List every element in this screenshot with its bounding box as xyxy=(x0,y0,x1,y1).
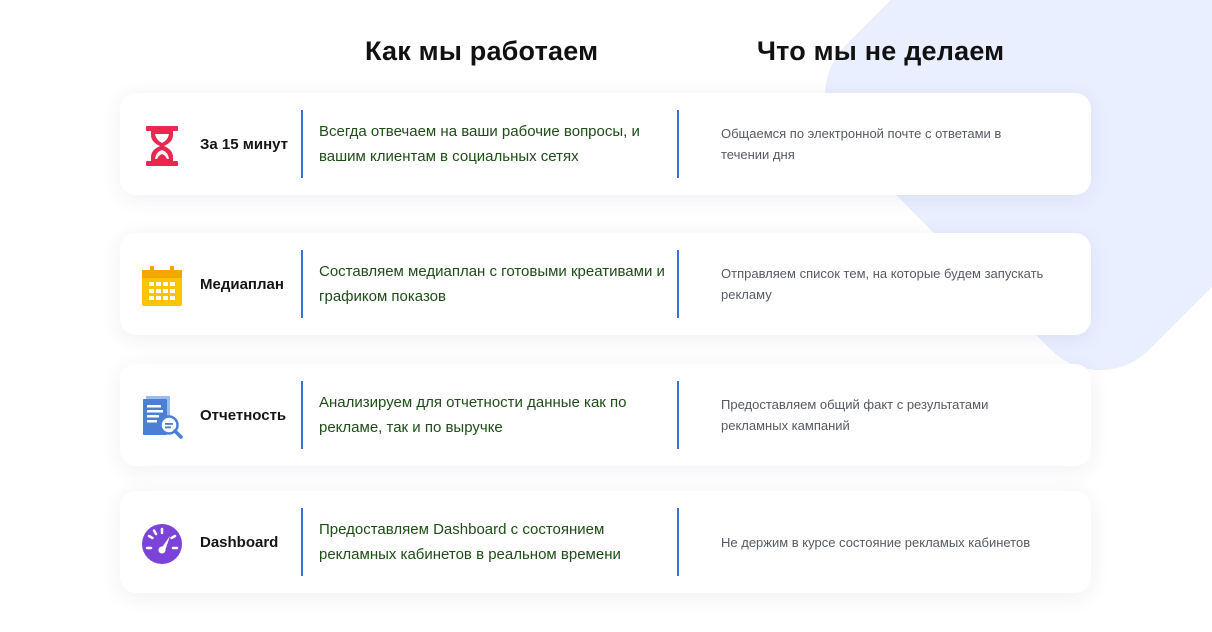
service-title: Медиаплан xyxy=(200,275,284,293)
we-do-text: Анализируем для отчетности данные как по… xyxy=(319,394,627,436)
we-dont-text: Не держим в курсе состояние рекламых каб… xyxy=(721,534,1031,550)
service-row-card: За 15 минут Всегда отвечаем на ваши рабо… xyxy=(120,93,1091,195)
service-row-card: Медиаплан Составляем медиаплан с готовым… xyxy=(120,233,1091,335)
divider xyxy=(301,381,303,449)
we-dont-text: Предоставляем общий факт с результатами … xyxy=(721,397,989,433)
calendar-icon xyxy=(140,264,184,308)
divider xyxy=(677,110,679,178)
divider xyxy=(301,110,303,178)
divider xyxy=(677,381,679,449)
service-row-card: Отчетность Анализируем для отчетности да… xyxy=(120,364,1091,466)
report-search-icon xyxy=(140,395,184,439)
heading-what-we-dont-do: Что мы не делаем xyxy=(757,36,1005,66)
speedometer-icon xyxy=(140,522,184,566)
service-row-card: Dashboard Предоставляем Dashboard с сост… xyxy=(120,491,1091,593)
service-title: Отчетность xyxy=(200,406,287,424)
we-dont-text: Отправляем список тем, на которые будем … xyxy=(721,266,1044,302)
divider xyxy=(301,508,303,576)
we-dont-text: Общаемся по электронной почте с ответами… xyxy=(721,126,1002,162)
page: Как мы работаем Что мы не делаем За 15 м… xyxy=(0,0,1212,632)
heading-how-we-work: Как мы работаем xyxy=(365,36,599,66)
we-do-text: Предоставляем Dashboard с состоянием рек… xyxy=(319,521,621,563)
divider xyxy=(677,250,679,318)
hourglass-icon xyxy=(140,124,184,168)
service-title: Dashboard xyxy=(200,533,279,551)
we-do-text: Всегда отвечаем на ваши рабочие вопросы,… xyxy=(319,123,640,165)
service-title: За 15 минут xyxy=(200,135,289,153)
divider xyxy=(301,250,303,318)
divider xyxy=(677,508,679,576)
we-do-text: Составляем медиаплан с готовыми креатива… xyxy=(319,263,665,305)
